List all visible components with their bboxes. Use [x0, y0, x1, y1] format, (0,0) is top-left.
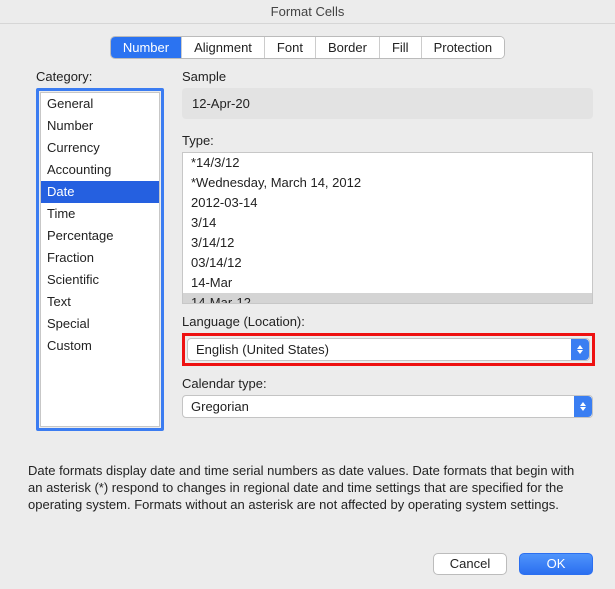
category-item-percentage[interactable]: Percentage	[41, 225, 159, 247]
category-item-fraction[interactable]: Fraction	[41, 247, 159, 269]
tab-border[interactable]: Border	[316, 37, 380, 58]
category-item-currency[interactable]: Currency	[41, 137, 159, 159]
type-listbox[interactable]: *14/3/12 *Wednesday, March 14, 2012 2012…	[182, 152, 593, 304]
category-item-date[interactable]: Date	[41, 181, 159, 203]
format-cells-dialog: Format Cells Number Alignment Font Borde…	[0, 0, 615, 589]
type-label: Type:	[182, 133, 593, 148]
footnote-text: Date formats display date and time seria…	[28, 463, 591, 514]
type-item[interactable]: *14/3/12	[183, 153, 592, 173]
category-item-custom[interactable]: Custom	[41, 335, 159, 357]
ok-button[interactable]: OK	[519, 553, 593, 575]
tab-fill[interactable]: Fill	[380, 37, 422, 58]
language-label: Language (Location):	[182, 314, 593, 329]
category-item-text[interactable]: Text	[41, 291, 159, 313]
category-item-scientific[interactable]: Scientific	[41, 269, 159, 291]
category-label: Category:	[36, 69, 164, 84]
language-value: English (United States)	[196, 342, 329, 357]
type-item[interactable]: 2012-03-14	[183, 193, 592, 213]
category-item-special[interactable]: Special	[41, 313, 159, 335]
type-item[interactable]: 03/14/12	[183, 253, 592, 273]
calendar-value: Gregorian	[191, 399, 249, 414]
sample-value: 12-Apr-20	[182, 88, 593, 119]
tab-bar: Number Alignment Font Border Fill Protec…	[0, 36, 615, 59]
language-highlight: English (United States)	[182, 333, 595, 366]
category-item-general[interactable]: General	[41, 93, 159, 115]
tab-font[interactable]: Font	[265, 37, 316, 58]
calendar-label: Calendar type:	[182, 376, 593, 391]
type-item[interactable]: 3/14/12	[183, 233, 592, 253]
tab-number[interactable]: Number	[111, 37, 182, 58]
chevron-updown-icon	[574, 396, 592, 417]
tab-alignment[interactable]: Alignment	[182, 37, 265, 58]
category-item-number[interactable]: Number	[41, 115, 159, 137]
calendar-select[interactable]: Gregorian	[182, 395, 593, 418]
tab-protection[interactable]: Protection	[422, 37, 505, 58]
category-highlight: General Number Currency Accounting Date …	[36, 88, 164, 431]
sample-label: Sample	[182, 69, 593, 84]
language-select[interactable]: English (United States)	[187, 338, 590, 361]
category-listbox[interactable]: General Number Currency Accounting Date …	[40, 92, 160, 427]
category-item-accounting[interactable]: Accounting	[41, 159, 159, 181]
cancel-button[interactable]: Cancel	[433, 553, 507, 575]
chevron-updown-icon	[571, 339, 589, 360]
type-item[interactable]: 3/14	[183, 213, 592, 233]
type-item[interactable]: *Wednesday, March 14, 2012	[183, 173, 592, 193]
category-item-time[interactable]: Time	[41, 203, 159, 225]
type-item[interactable]: 14-Mar	[183, 273, 592, 293]
dialog-title: Format Cells	[0, 0, 615, 24]
type-item[interactable]: 14-Mar-12	[183, 293, 592, 304]
